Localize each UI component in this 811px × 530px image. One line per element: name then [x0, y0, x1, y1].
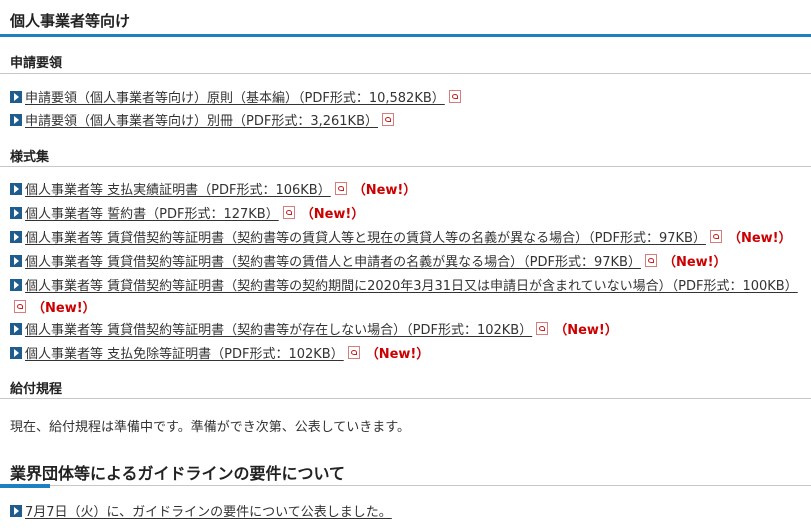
section-title-accent: [0, 484, 50, 488]
arrow-bullet-icon: [10, 255, 22, 267]
pdf-link[interactable]: 個人事業者等 賃貸借契約等証明書（契約書等の賃借人と申請者の名義が異なる場合）（…: [25, 255, 641, 270]
new-badge: （New!）: [662, 255, 727, 270]
pdf-link[interactable]: 個人事業者等 支払免除等証明書（PDF形式：102KB）: [25, 347, 344, 362]
list-item[interactable]: 個人事業者等 賃貸借契約等証明書（契約書等が存在しない場合）（PDF形式：102…: [10, 320, 811, 342]
list-item[interactable]: 個人事業者等 支払実績証明書（PDF形式：106KB） （New!）: [10, 180, 811, 202]
heading-application-guide: 申請要領: [10, 56, 63, 71]
pdf-file-icon: [448, 90, 461, 103]
arrow-bullet-icon: [10, 207, 22, 219]
pdf-link[interactable]: 個人事業者等 賃貸借契約等証明書（契約書等の契約期間に2020年3月31日又は申…: [25, 279, 798, 294]
section-title-rule: [0, 34, 811, 37]
arrow-bullet-icon: [10, 279, 22, 291]
arrow-bullet-icon: [10, 183, 22, 195]
pdf-link[interactable]: 個人事業者等 賃貸借契約等証明書（契約書等の賃貸人等と現在の賃貸人等の名義が異な…: [25, 231, 706, 246]
announcement-link[interactable]: 7月7日（火）に、ガイドラインの要件について公表しました。: [25, 505, 392, 520]
list-item[interactable]: 個人事業者等 賃貸借契約等証明書（契約書等の賃貸人等と現在の賃貸人等の名義が異な…: [10, 228, 811, 250]
new-badge: （New!）: [300, 207, 365, 222]
pdf-file-icon: [334, 182, 347, 195]
pdf-link[interactable]: 申請要領（個人事業者等向け）原則（基本編）（PDF形式：10,582KB）: [25, 91, 445, 106]
pdf-file-icon: [347, 346, 360, 359]
arrow-bullet-icon: [10, 231, 22, 243]
section-title-guidelines: 業界団体等によるガイドラインの要件について: [10, 464, 346, 483]
list-item[interactable]: 個人事業者等 支払免除等証明書（PDF形式：102KB） （New!）: [10, 344, 811, 366]
heading-forms: 様式集: [10, 150, 50, 165]
pdf-link[interactable]: 個人事業者等 賃貸借契約等証明書（契約書等が存在しない場合）（PDF形式：102…: [25, 323, 532, 338]
list-item[interactable]: 申請要領（個人事業者等向け）原則（基本編）（PDF形式：10,582KB）: [10, 88, 811, 110]
divider: [0, 166, 811, 167]
pdf-link[interactable]: 個人事業者等 誓約書（PDF形式：127KB）: [25, 207, 279, 222]
heading-benefit-rules: 給付規程: [10, 382, 63, 397]
list-item[interactable]: 申請要領（個人事業者等向け）別冊（PDF形式：3,261KB）: [10, 111, 811, 133]
section-title-individual: 個人事業者等向け: [10, 12, 131, 30]
benefit-rules-notice: 現在、給付規程は準備中です。準備ができ次第、公表していきます。: [10, 420, 411, 435]
new-badge: （New!）: [32, 301, 96, 316]
list-item[interactable]: 個人事業者等 賃貸借契約等証明書（契約書等の賃借人と申請者の名義が異なる場合）（…: [10, 252, 811, 274]
pdf-file-icon: [382, 113, 394, 126]
pdf-file-icon: [14, 300, 26, 313]
divider: [0, 398, 811, 399]
pdf-file-icon: [644, 254, 657, 267]
new-badge: （New!）: [352, 183, 417, 198]
section-title-rule-light: [0, 485, 811, 486]
arrow-bullet-icon: [10, 505, 22, 517]
arrow-bullet-icon: [10, 114, 22, 126]
new-badge: （New!）: [727, 231, 792, 246]
list-item[interactable]: 個人事業者等 誓約書（PDF形式：127KB） （New!）: [10, 204, 811, 226]
pdf-file-icon: [282, 206, 295, 219]
pdf-file-icon: [536, 322, 549, 335]
arrow-bullet-icon: [10, 347, 22, 359]
arrow-bullet-icon: [10, 91, 22, 103]
pdf-file-icon: [709, 230, 722, 243]
pdf-link[interactable]: 個人事業者等 支払実績証明書（PDF形式：106KB）: [25, 183, 331, 198]
pdf-link[interactable]: 申請要領（個人事業者等向け）別冊（PDF形式：3,261KB）: [25, 114, 378, 129]
list-item[interactable]: 7月7日（火）に、ガイドラインの要件について公表しました。: [10, 502, 811, 524]
new-badge: （New!）: [365, 347, 430, 362]
new-badge: （New!）: [554, 323, 618, 338]
divider: [0, 73, 811, 74]
list-item[interactable]: 個人事業者等 賃貸借契約等証明書（契約書等の契約期間に2020年3月31日又は申…: [10, 276, 805, 320]
arrow-bullet-icon: [10, 323, 22, 335]
